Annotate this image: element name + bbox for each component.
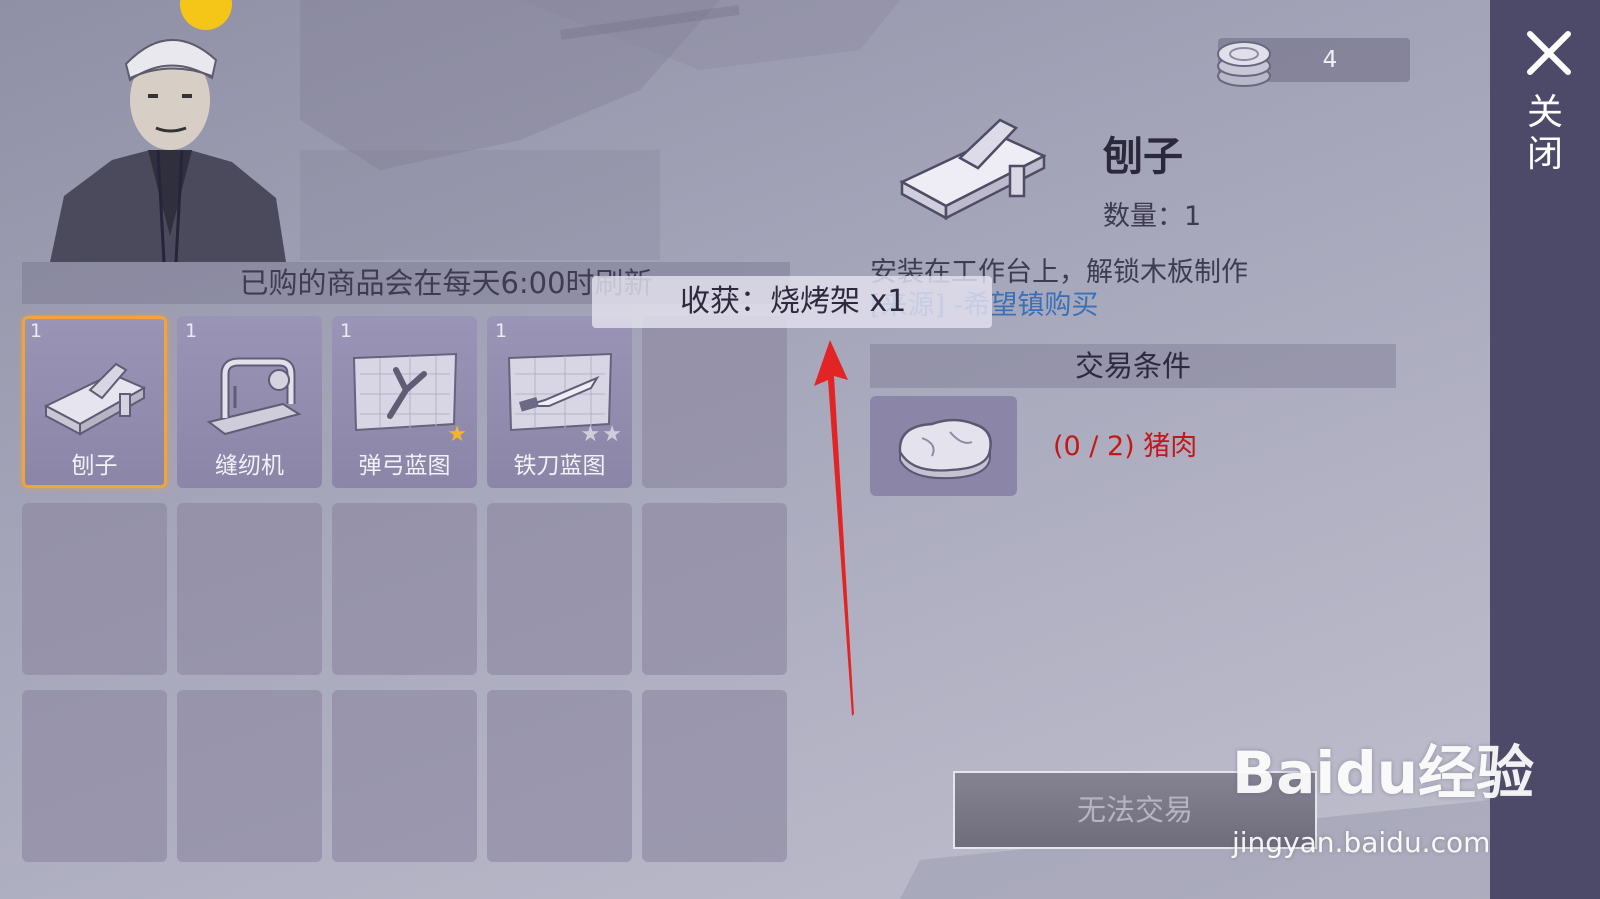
shop-slot-empty[interactable] — [22, 503, 167, 675]
shop-slot-empty[interactable] — [177, 690, 322, 862]
shop-slot-empty[interactable] — [487, 503, 632, 675]
slingshot-blueprint-icon — [352, 352, 458, 432]
annotation-arrow — [814, 340, 854, 716]
currency-value: 4 — [1322, 47, 1338, 73]
merchant-portrait — [50, 0, 286, 262]
rarity-stars: ★★ — [580, 422, 624, 447]
watermark-logo: Baidu经验 — [1232, 739, 1535, 807]
pork-icon — [898, 418, 992, 480]
harvest-toast: 收获：烧烤架 x1 — [592, 276, 992, 328]
item-quantity: 数量：1 — [1103, 194, 1201, 233]
coin-stack-icon — [1217, 41, 1271, 87]
shop-slot-empty[interactable] — [642, 316, 787, 488]
watermark-url: jingyan.baidu.com — [1232, 826, 1491, 859]
quantity-value: 1 — [1184, 201, 1202, 232]
shop-slot-empty[interactable] — [642, 503, 787, 675]
close-icon[interactable] — [1524, 28, 1574, 78]
requirement-slot[interactable] — [870, 396, 1017, 496]
slot-label: 弹弓蓝图 — [358, 453, 451, 479]
shop-slot-empty[interactable] — [332, 690, 477, 862]
sewing-machine-icon — [206, 357, 302, 436]
shop-slot-empty[interactable] — [22, 690, 167, 862]
shop-slot-planer[interactable]: 1 刨子 — [22, 316, 167, 488]
planer-icon — [43, 362, 147, 436]
shop-slot-empty[interactable] — [487, 690, 632, 862]
close-label[interactable]: 关闭 — [1527, 92, 1567, 176]
slot-label: 刨子 — [71, 453, 118, 479]
shop-slot-sewing-machine[interactable]: 1 缝纫机 — [177, 316, 322, 488]
slot-count: 1 — [185, 320, 198, 342]
refresh-notice-text: 已购的商品会在每天6:00时刷新 — [239, 266, 653, 300]
shop-slot-slingshot-blueprint[interactable]: 1 ★ 弹弓蓝图 — [332, 316, 477, 488]
quantity-label: 数量： — [1103, 201, 1184, 232]
item-title: 刨子 — [1103, 134, 1183, 180]
rarity-stars: ★ — [447, 422, 469, 447]
slot-label: 铁刀蓝图 — [513, 453, 606, 479]
shop-slot-empty[interactable] — [642, 690, 787, 862]
shop-slot-empty[interactable] — [332, 503, 477, 675]
requirement-text: (0 / 2) 猪肉 — [1053, 431, 1198, 462]
slot-label: 缝纫机 — [215, 453, 284, 479]
planer-icon — [899, 118, 1046, 220]
shop-slot-iron-knife-blueprint[interactable]: 1 ★★ 铁刀蓝图 — [487, 316, 632, 488]
trade-conditions-header: 交易条件 — [870, 344, 1396, 388]
slot-count: 1 — [340, 320, 353, 342]
slot-count: 1 — [30, 320, 43, 342]
shop-slot-empty[interactable] — [177, 503, 322, 675]
slot-count: 1 — [495, 320, 508, 342]
